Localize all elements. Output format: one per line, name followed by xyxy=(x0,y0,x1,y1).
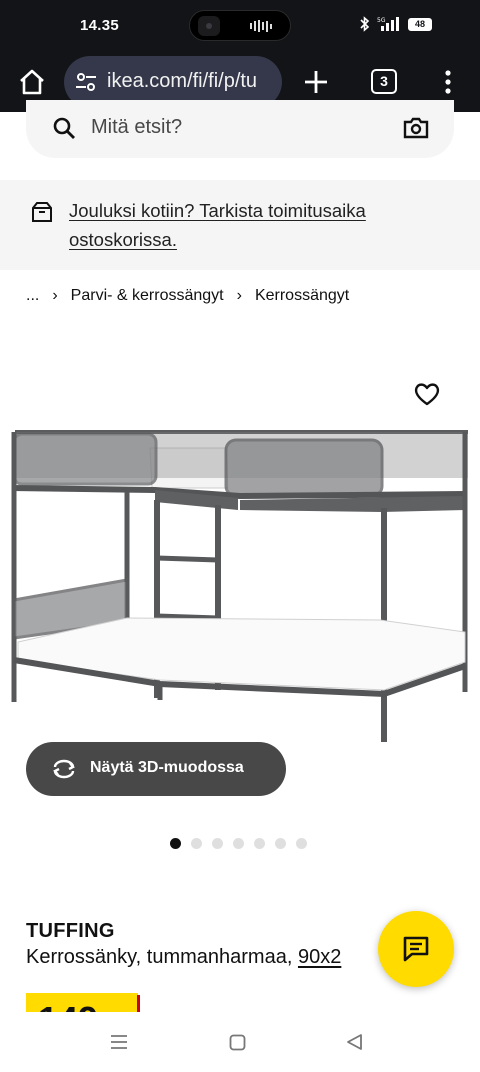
signal-5g-icon: 5G xyxy=(377,17,399,31)
delivery-promo-banner: Jouluksi kotiin? Tarkista toimitusaika o… xyxy=(0,180,480,270)
nav-back-icon[interactable] xyxy=(345,1033,363,1051)
breadcrumb-ellipsis[interactable]: ... xyxy=(26,287,39,305)
carousel-dot[interactable] xyxy=(233,838,244,849)
plus-icon[interactable] xyxy=(300,66,332,98)
image-carousel-dots xyxy=(170,838,307,849)
camera-icon[interactable] xyxy=(402,116,430,140)
price-accent xyxy=(137,995,140,1013)
more-vert-icon[interactable] xyxy=(440,66,456,98)
nav-home-icon[interactable] xyxy=(229,1034,246,1051)
chat-icon xyxy=(403,936,429,962)
carousel-dot[interactable] xyxy=(275,838,286,849)
delivery-box-icon xyxy=(32,202,52,222)
product-image[interactable] xyxy=(0,360,480,750)
audio-wave-icon xyxy=(250,20,272,32)
breadcrumb-item-bunk-beds[interactable]: Kerrossängyt xyxy=(255,287,349,305)
search-input[interactable]: Mitä etsit? xyxy=(91,116,182,139)
product-size-link[interactable]: 90x2 xyxy=(298,946,341,968)
chat-button[interactable] xyxy=(378,911,454,987)
search-icon[interactable] xyxy=(52,116,76,140)
carousel-dot[interactable] xyxy=(254,838,265,849)
status-bar: 14.35 5G 48 xyxy=(0,0,480,52)
front-camera-icon xyxy=(198,16,220,36)
heart-icon[interactable] xyxy=(413,380,441,408)
carousel-dot[interactable] xyxy=(191,838,202,849)
carousel-dot[interactable] xyxy=(170,838,181,849)
chevron-right-icon: › xyxy=(52,287,58,304)
view-3d-button[interactable]: Näytä 3D-muodossa xyxy=(26,742,286,796)
product-name: TUFFING xyxy=(26,920,115,942)
carousel-dot[interactable] xyxy=(212,838,223,849)
status-icons: 5G 48 xyxy=(360,16,432,32)
chevron-right-icon: › xyxy=(236,287,242,304)
battery-indicator: 48 xyxy=(408,17,432,31)
dynamic-island xyxy=(189,10,291,41)
bluetooth-icon xyxy=(360,16,370,32)
rotate-3d-icon xyxy=(53,759,75,779)
breadcrumb: ... › Parvi- & kerrossängyt › Kerrossäng… xyxy=(26,287,349,305)
status-time: 14.35 xyxy=(80,17,120,34)
svg-text:5G: 5G xyxy=(377,17,386,24)
view-3d-label: Näytä 3D-muodossa xyxy=(90,759,244,776)
search-bar[interactable]: Mitä etsit? xyxy=(26,100,454,158)
breadcrumb-item-bunk-loft-beds[interactable]: Parvi- & kerrossängyt xyxy=(71,287,224,305)
product-description-text: Kerrossänky, tummanharmaa, xyxy=(26,946,293,968)
tune-icon[interactable] xyxy=(74,70,98,94)
system-navigation-bar xyxy=(0,1012,480,1072)
nav-menu-icon[interactable] xyxy=(110,1034,128,1050)
product-description: Kerrossänky, tummanharmaa, 90x2 xyxy=(26,946,341,969)
delivery-promo-link[interactable]: Jouluksi kotiin? Tarkista toimitusaika o… xyxy=(69,196,459,254)
carousel-dot[interactable] xyxy=(296,838,307,849)
tabs-icon[interactable]: 3 xyxy=(371,69,397,94)
url-text[interactable]: ikea.com/fi/fi/p/tu xyxy=(107,70,257,93)
home-icon[interactable] xyxy=(16,66,48,98)
